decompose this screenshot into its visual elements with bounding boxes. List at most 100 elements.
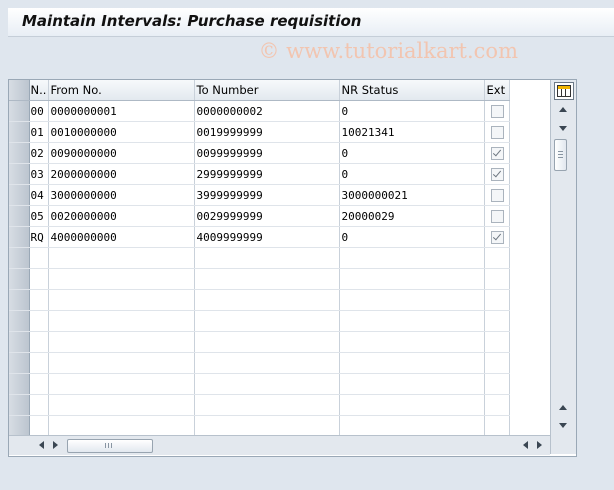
empty-cell bbox=[339, 268, 485, 290]
empty-cell bbox=[339, 415, 485, 437]
empty-cell bbox=[29, 352, 49, 374]
column-header-interval[interactable]: N.. bbox=[29, 80, 49, 101]
table-settings-icon[interactable] bbox=[554, 82, 574, 100]
row-selector[interactable] bbox=[9, 352, 30, 374]
empty-cell bbox=[484, 373, 510, 395]
horizontal-scrollbar[interactable] bbox=[9, 435, 550, 455]
empty-table-row bbox=[9, 310, 510, 332]
from-number-cell[interactable]: 0090000000 bbox=[48, 142, 195, 164]
empty-cell bbox=[339, 373, 485, 395]
vertical-scroll-thumb[interactable] bbox=[554, 139, 567, 171]
to-number-cell[interactable]: 3999999999 bbox=[194, 184, 340, 206]
row-selector[interactable] bbox=[9, 394, 30, 416]
row-selector[interactable] bbox=[9, 100, 30, 122]
to-number-cell[interactable]: 4009999999 bbox=[194, 226, 340, 248]
from-number-cell[interactable]: 3000000000 bbox=[48, 184, 195, 206]
from-number-cell[interactable]: 0000000001 bbox=[48, 100, 195, 122]
row-selector[interactable] bbox=[9, 142, 30, 164]
empty-cell bbox=[194, 247, 340, 269]
empty-cell bbox=[194, 331, 340, 353]
table-row: 04 3000000000 3999999999 3000000021 bbox=[9, 184, 510, 206]
scroll-left-end-arrow-icon[interactable] bbox=[519, 441, 528, 449]
empty-cell bbox=[48, 415, 195, 437]
interval-number-cell[interactable]: RQ bbox=[29, 226, 49, 248]
nr-status-cell[interactable]: 0 bbox=[339, 226, 485, 248]
column-header-from-no[interactable]: From No. bbox=[48, 80, 195, 101]
external-checkbox bbox=[490, 125, 504, 139]
to-number-cell[interactable]: 2999999999 bbox=[194, 163, 340, 185]
empty-cell bbox=[339, 289, 485, 311]
column-header-nr-status[interactable]: NR Status bbox=[339, 80, 485, 101]
watermark-text: © www.tutorialkart.com bbox=[258, 39, 518, 63]
empty-cell bbox=[339, 352, 485, 374]
nr-status-cell[interactable]: 20000029 bbox=[339, 205, 485, 227]
from-number-cell[interactable]: 2000000000 bbox=[48, 163, 195, 185]
from-number-cell[interactable]: 4000000000 bbox=[48, 226, 195, 248]
table-row: RQ 4000000000 4009999999 0 bbox=[9, 226, 510, 248]
intervals-table: N.. From No. To Number NR Status Ext 00 0… bbox=[8, 79, 577, 457]
row-selector[interactable] bbox=[9, 184, 30, 206]
row-selector[interactable] bbox=[9, 247, 30, 269]
empty-table-row bbox=[9, 247, 510, 269]
interval-number-cell[interactable]: 02 bbox=[29, 142, 49, 164]
empty-cell bbox=[194, 394, 340, 416]
empty-cell bbox=[48, 373, 195, 395]
row-selector[interactable] bbox=[9, 415, 30, 437]
empty-cell bbox=[339, 310, 485, 332]
scroll-right-arrow-icon[interactable] bbox=[53, 441, 62, 449]
interval-number-cell[interactable]: 00 bbox=[29, 100, 49, 122]
interval-number-cell[interactable]: 04 bbox=[29, 184, 49, 206]
to-number-cell[interactable]: 0019999999 bbox=[194, 121, 340, 143]
scroll-down-arrow-icon[interactable] bbox=[559, 126, 567, 131]
from-number-cell[interactable]: 0020000000 bbox=[48, 205, 195, 227]
row-selector[interactable] bbox=[9, 163, 30, 185]
nr-status-cell[interactable]: 10021341 bbox=[339, 121, 485, 143]
nr-status-cell[interactable]: 0 bbox=[339, 163, 485, 185]
row-selector[interactable] bbox=[9, 310, 30, 332]
scroll-down-bottom-arrow-icon[interactable] bbox=[559, 423, 567, 428]
scroll-up-arrow-icon[interactable] bbox=[559, 107, 567, 112]
row-selector[interactable] bbox=[9, 205, 30, 227]
horizontal-scroll-thumb[interactable] bbox=[67, 439, 153, 453]
nr-status-cell[interactable]: 0 bbox=[339, 100, 485, 122]
row-selector[interactable] bbox=[9, 268, 30, 290]
empty-cell bbox=[194, 352, 340, 374]
interval-number-cell[interactable]: 05 bbox=[29, 205, 49, 227]
empty-table-row bbox=[9, 415, 510, 437]
to-number-cell[interactable]: 0099999999 bbox=[194, 142, 340, 164]
column-header-to-number[interactable]: To Number bbox=[194, 80, 340, 101]
row-selector[interactable] bbox=[9, 331, 30, 353]
row-selector[interactable] bbox=[9, 121, 30, 143]
empty-cell bbox=[484, 247, 510, 269]
empty-cell bbox=[48, 310, 195, 332]
empty-cell bbox=[194, 415, 340, 437]
row-selector[interactable] bbox=[9, 226, 30, 248]
external-checkbox bbox=[490, 209, 504, 223]
scroll-right-end-arrow-icon[interactable] bbox=[537, 441, 546, 449]
to-number-cell[interactable]: 0000000002 bbox=[194, 100, 340, 122]
row-selector[interactable] bbox=[9, 373, 30, 395]
scroll-left-arrow-icon[interactable] bbox=[35, 441, 44, 449]
row-selector[interactable] bbox=[9, 289, 30, 311]
select-all-cell[interactable] bbox=[9, 80, 30, 101]
empty-cell bbox=[29, 394, 49, 416]
scroll-up-bottom-arrow-icon[interactable] bbox=[559, 405, 567, 410]
empty-cell bbox=[29, 289, 49, 311]
empty-cell bbox=[29, 415, 49, 437]
interval-number-cell[interactable]: 03 bbox=[29, 163, 49, 185]
to-number-cell[interactable]: 0029999999 bbox=[194, 205, 340, 227]
nr-status-cell[interactable]: 0 bbox=[339, 142, 485, 164]
column-header-ext[interactable]: Ext bbox=[484, 80, 510, 101]
nr-status-cell[interactable]: 3000000021 bbox=[339, 184, 485, 206]
empty-cell bbox=[29, 247, 49, 269]
table-row: 05 0020000000 0029999999 20000029 bbox=[9, 205, 510, 227]
from-number-cell[interactable]: 0010000000 bbox=[48, 121, 195, 143]
empty-cell bbox=[29, 268, 49, 290]
external-checkbox bbox=[490, 167, 504, 181]
empty-cell bbox=[484, 310, 510, 332]
external-checkbox bbox=[490, 188, 504, 202]
vertical-scrollbar[interactable] bbox=[550, 80, 576, 454]
interval-number-cell[interactable]: 01 bbox=[29, 121, 49, 143]
empty-cell bbox=[484, 394, 510, 416]
empty-cell bbox=[48, 268, 195, 290]
